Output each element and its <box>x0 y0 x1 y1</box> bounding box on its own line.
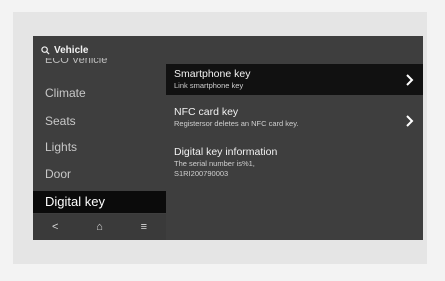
menu-item-lights[interactable]: Lights <box>33 137 166 157</box>
digital-key-information-row: Digital key information The serial numbe… <box>166 146 423 182</box>
content-panel: Smartphone key Link smartphone key NFC c… <box>166 36 423 240</box>
nfc-card-key-subtitle: Registersor deletes an NFC card key. <box>174 119 299 128</box>
digital-key-information-title: Digital key information <box>174 146 278 158</box>
menu-item-label: Lights <box>45 140 78 154</box>
smartphone-key-subtitle: Link smartphone key <box>174 81 244 90</box>
nfc-card-key-row[interactable]: NFC card key Registersor deletes an NFC … <box>166 106 423 132</box>
serial-number-value: S1RI200790003 <box>174 169 229 178</box>
nfc-card-key-title: NFC card key <box>174 106 239 118</box>
menu-item-seats[interactable]: Seats <box>33 111 166 131</box>
menu-item-label: ECO Vehicle <box>45 58 108 66</box>
menu-item-eco-vehicle[interactable]: ECO Vehicle <box>33 58 166 68</box>
menu-item-door[interactable]: Door <box>33 164 166 184</box>
search-label: Vehicle <box>54 44 89 56</box>
menu-item-label: Seats <box>45 114 76 128</box>
search-icon <box>41 45 50 55</box>
bottom-navigation-bar: < ⌂ ≡ <box>33 214 166 240</box>
vehicle-screen: Vehicle ECO Vehicle Climate Seats Lights… <box>33 36 423 240</box>
search-header[interactable]: Vehicle <box>41 42 88 58</box>
back-button[interactable]: < <box>41 217 69 237</box>
menu-item-digital-key[interactable]: Digital key <box>33 191 166 213</box>
smartphone-key-title: Smartphone key <box>174 68 251 80</box>
home-button[interactable]: ⌂ <box>85 217 113 237</box>
back-icon: < <box>51 221 59 233</box>
home-icon: ⌂ <box>96 221 103 233</box>
chevron-right-icon <box>404 73 414 87</box>
menu-item-label: Climate <box>45 86 86 100</box>
serial-number-text: The serial number is%1, <box>174 159 255 168</box>
menu-button[interactable]: ≡ <box>130 217 158 237</box>
menu-icon: ≡ <box>140 221 148 233</box>
smartphone-key-row[interactable]: Smartphone key Link smartphone key <box>166 64 423 95</box>
menu-item-label: Digital key <box>45 194 105 209</box>
menu-item-climate[interactable]: Climate <box>33 83 166 103</box>
left-menu-panel: Vehicle ECO Vehicle Climate Seats Lights… <box>33 36 166 240</box>
menu-item-label: Door <box>45 167 72 181</box>
chevron-right-icon <box>404 114 414 128</box>
